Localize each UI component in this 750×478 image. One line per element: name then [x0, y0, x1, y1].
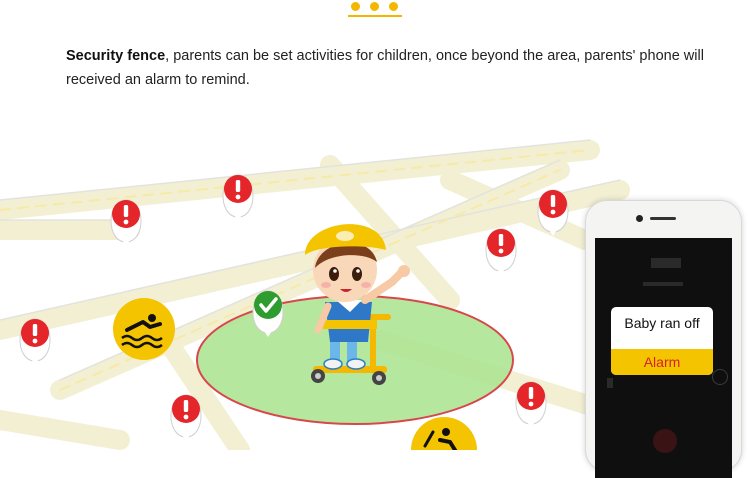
camera-icon [636, 215, 643, 222]
smartphone: Baby ran off Alarm [585, 200, 742, 478]
alarm-pin-icon [170, 394, 202, 441]
alarm-pin-icon [19, 318, 51, 365]
swimmer-icon [113, 298, 175, 360]
phone-screen: Baby ran off Alarm [595, 238, 732, 478]
screen-background-text [643, 282, 683, 286]
screen-background-icon [607, 378, 613, 388]
alarm-pin-icon [515, 381, 547, 428]
alarm-pin-icon [485, 228, 517, 275]
screen-background-icon [712, 369, 728, 385]
speaker-grille [650, 217, 676, 220]
decline-call-icon [653, 429, 677, 453]
alarm-button[interactable]: Alarm [611, 349, 713, 375]
alarm-pin-icon [222, 174, 254, 221]
screen-background-text [651, 258, 681, 268]
alarm-dialog: Baby ran off Alarm [611, 307, 713, 375]
worker-icon [411, 417, 477, 450]
alarm-message: Baby ran off [624, 315, 700, 331]
